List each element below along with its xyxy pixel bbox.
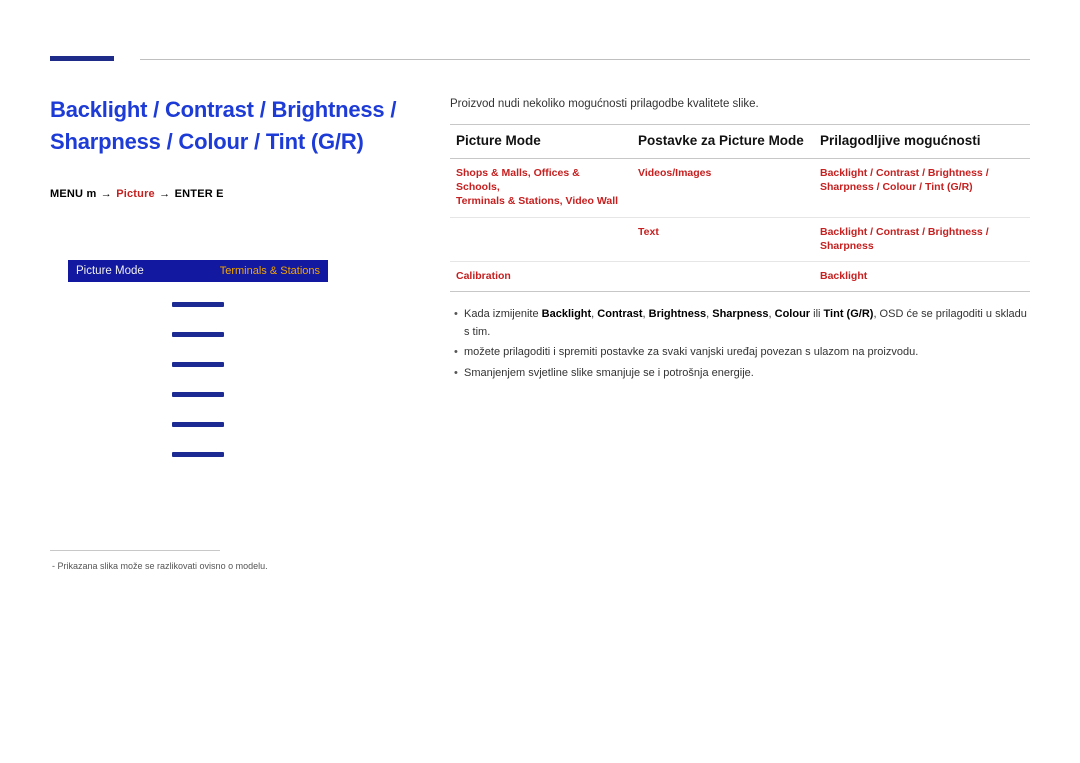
- breadcrumb-arrow-2: →: [159, 188, 170, 200]
- osd-slider-bar: [172, 422, 224, 427]
- title-line-2: Sharpness / Colour / Tint (G/R): [50, 129, 364, 154]
- osd-mode-value: Terminals & Stations: [220, 265, 320, 277]
- footnote-divider: [50, 550, 220, 551]
- right-column: Proizvod nudi nekoliko mogućnosti prilag…: [410, 94, 1030, 571]
- footnote: Prikazana slika može se razlikovati ovis…: [50, 561, 410, 571]
- table-header-row: Picture Mode Postavke za Picture Mode Pr…: [450, 125, 1030, 159]
- table-row: Shops & Malls, Offices & Schools, Termin…: [450, 159, 1030, 217]
- notes-list: Kada izmijenite Backlight, Contrast, Bri…: [450, 306, 1030, 382]
- cell-settings: [632, 262, 814, 291]
- page-title: Backlight / Contrast / Brightness / Shar…: [50, 94, 410, 158]
- table-row: Calibration Backlight: [450, 261, 1030, 291]
- cell-adjustable: Backlight: [814, 262, 1030, 291]
- cell-picture-mode: [450, 218, 632, 261]
- cell-adjustable: Backlight / Contrast / Brightness / Shar…: [814, 159, 1030, 217]
- intro-text: Proizvod nudi nekoliko mogućnosti prilag…: [450, 98, 1030, 110]
- osd-slider-bar: [172, 392, 224, 397]
- table-header-settings: Postavke za Picture Mode: [632, 125, 814, 158]
- breadcrumb-menu: MENU: [50, 188, 83, 200]
- cell-picture-mode: Calibration: [450, 262, 632, 291]
- header-accent-bar: [50, 56, 114, 61]
- osd-slider-bar: [172, 302, 224, 307]
- cell-picture-mode: Shops & Malls, Offices & Schools, Termin…: [450, 159, 632, 217]
- note-item: Kada izmijenite Backlight, Contrast, Bri…: [450, 306, 1030, 341]
- header-rule: [140, 59, 1030, 60]
- options-table: Picture Mode Postavke za Picture Mode Pr…: [450, 124, 1030, 292]
- table-header-adjustable: Prilagodljive mogućnosti: [814, 125, 1030, 158]
- cell-settings: Text: [632, 218, 814, 261]
- osd-mode-label: Picture Mode: [76, 265, 144, 277]
- table-header-picture-mode: Picture Mode: [450, 125, 632, 158]
- cell-adjustable: Backlight / Contrast / Brightness / Shar…: [814, 218, 1030, 261]
- menu-icon: m: [86, 188, 96, 200]
- cell-settings: Videos/Images: [632, 159, 814, 217]
- note-item: možete prilagoditi i spremiti postavke z…: [450, 344, 1030, 362]
- breadcrumb-enter: ENTER: [175, 188, 213, 200]
- osd-header: Picture Mode Terminals & Stations: [68, 260, 328, 282]
- breadcrumb-picture: Picture: [116, 188, 155, 200]
- breadcrumb-arrow-1: →: [101, 188, 112, 200]
- title-line-1: Backlight / Contrast / Brightness /: [50, 97, 396, 122]
- breadcrumb: MENU m → Picture → ENTER E: [50, 188, 410, 200]
- note-item: Smanjenjem svjetline slike smanjuje se i…: [450, 365, 1030, 383]
- table-row: Text Backlight / Contrast / Brightness /…: [450, 217, 1030, 261]
- left-column: Backlight / Contrast / Brightness / Shar…: [50, 94, 410, 571]
- osd-sliders: [68, 282, 328, 480]
- osd-slider-bar: [172, 332, 224, 337]
- osd-preview: Picture Mode Terminals & Stations: [68, 260, 328, 480]
- osd-slider-bar: [172, 362, 224, 367]
- osd-slider-bar: [172, 452, 224, 457]
- enter-icon: E: [216, 188, 224, 200]
